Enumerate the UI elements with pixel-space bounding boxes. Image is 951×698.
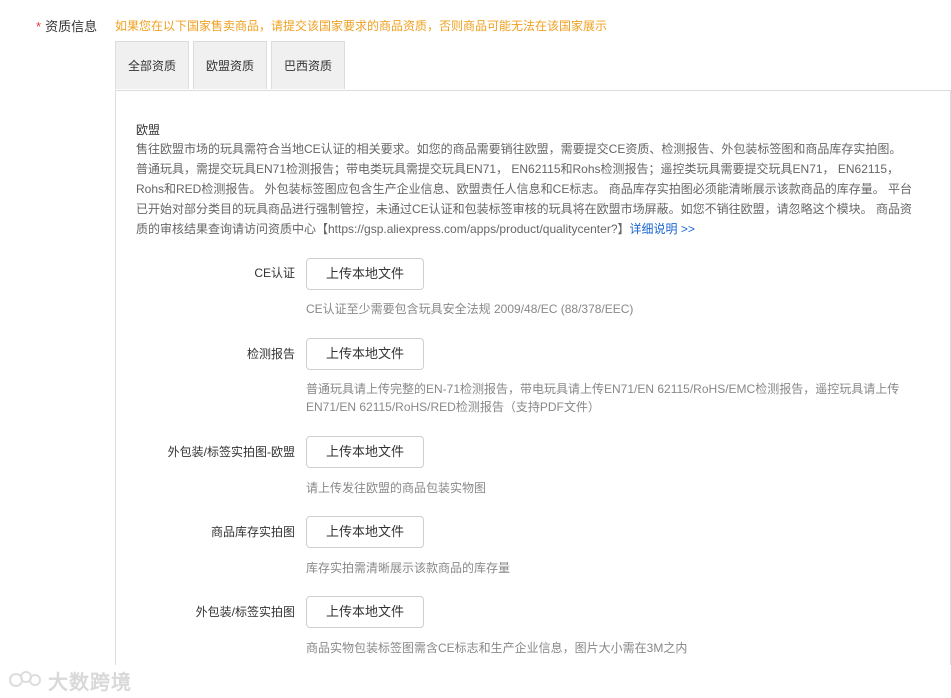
hint-packaging-photo: 商品实物包装标签图需含CE标志和生产企业信息，图片大小需在3M之内 <box>306 641 688 655</box>
region-title: 欧盟 <box>136 123 161 137</box>
row-label-stock-photo: 商品库存实拍图 <box>210 525 295 539</box>
row-label-packaging-photo-eu: 外包装/标签实拍图-欧盟 <box>167 445 295 459</box>
upload-button-test-report[interactable]: 上传本地文件 <box>306 338 424 370</box>
tab-brazil-qualifications[interactable]: 巴西资质 <box>271 41 345 89</box>
hint-packaging-photo-eu: 请上传发往欧盟的商品包装实物图 <box>306 481 487 495</box>
upload-button-packaging-photo[interactable]: 上传本地文件 <box>306 596 424 628</box>
qualification-panel: 欧盟 售往欧盟市场的玩具需符合当地CE认证的相关要求。如您的商品需要销往欧盟，需… <box>115 90 951 665</box>
required-mark: * <box>36 19 42 34</box>
upload-button-ce-certification[interactable]: 上传本地文件 <box>306 258 424 290</box>
hint-ce-certification: CE认证至少需要包含玩具安全法规 2009/48/EC (88/378/EEC) <box>306 302 634 316</box>
tab-eu-qualifications[interactable]: 欧盟资质 <box>193 41 267 89</box>
qualification-label: * 资质信息 <box>36 16 97 35</box>
row-label-test-report: 检测报告 <box>246 347 295 361</box>
region-description: 售往欧盟市场的玩具需符合当地CE认证的相关要求。如您的商品需要销往欧盟，需要提交… <box>136 139 916 239</box>
region-description-text: 售往欧盟市场的玩具需符合当地CE认证的相关要求。如您的商品需要销往欧盟，需要提交… <box>136 142 913 236</box>
details-link[interactable]: 详细说明 >> <box>630 222 695 236</box>
watermark: 大数跨境 <box>8 666 132 694</box>
upload-button-packaging-photo-eu[interactable]: 上传本地文件 <box>306 436 424 468</box>
row-label-ce-certification: CE认证 <box>254 266 295 280</box>
watermark-text: 大数跨境 <box>48 671 132 694</box>
hint-stock-photo: 库存实拍需清晰展示该款商品的库存量 <box>306 561 511 575</box>
row-label-packaging-photo: 外包装/标签实拍图 <box>195 605 295 619</box>
watermark-logo-icon <box>9 671 41 687</box>
qualification-notice: 如果您在以下国家售卖商品，请提交该国家要求的商品资质，否则商品可能无法在该国家展… <box>115 19 608 33</box>
qualification-label-text: 资质信息 <box>45 19 98 34</box>
upload-button-stock-photo[interactable]: 上传本地文件 <box>306 516 424 548</box>
tab-all-qualifications[interactable]: 全部资质 <box>115 41 189 89</box>
hint-test-report: 普通玩具请上传完整的EN-71检测报告，带电玩具请上传EN71/EN 62115… <box>306 382 900 414</box>
